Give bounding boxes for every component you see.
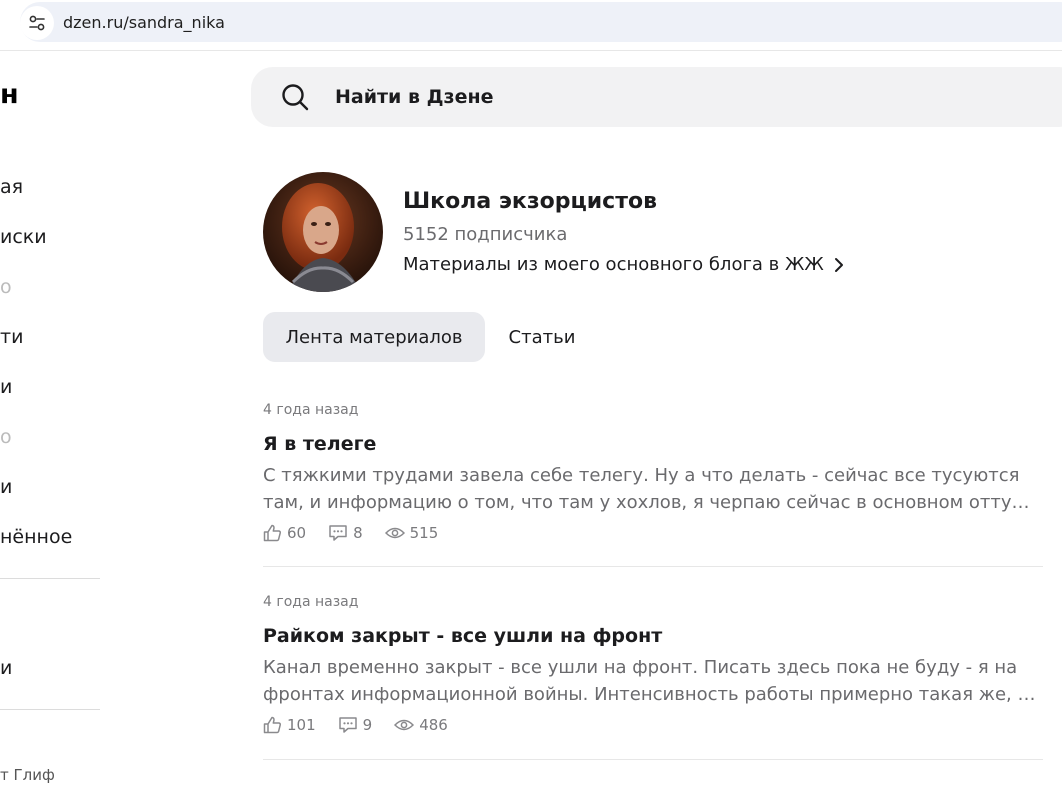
channel-avatar[interactable]: [263, 172, 383, 292]
eye-icon: [384, 527, 405, 539]
comments-button[interactable]: 8: [328, 524, 363, 542]
channel-description: Материалы из моего основного блога в ЖЖ: [403, 254, 824, 275]
like-button[interactable]: 60: [263, 524, 306, 542]
comment-count: 8: [353, 524, 363, 542]
sidebar-item-6[interactable]: о: [0, 426, 12, 448]
feed-post[interactable]: 4 года назад Райком закрыт - все ушли на…: [263, 593, 1043, 735]
sidebar-item-subscriptions[interactable]: иски: [0, 226, 47, 248]
like-count: 60: [287, 524, 307, 542]
browser-toolbar: dzen.ru/sandra_nika: [0, 0, 1062, 51]
post-title[interactable]: Райком закрыт - все ушли на фронт: [263, 624, 1043, 648]
thumbs-up-icon: [263, 716, 281, 734]
channel-description-link[interactable]: Материалы из моего основного блога в ЖЖ: [403, 254, 844, 275]
view-count: 515: [409, 524, 439, 542]
post-text-line: С тяжкими трудами завела себе телегу. Ну…: [263, 465, 1020, 486]
channel-title: Школа экзорцистов: [403, 189, 658, 214]
post-text-line: фронтах информационной войны. Интенсивно…: [263, 684, 1039, 705]
sidebar-divider: [0, 709, 100, 710]
sidebar-item-5[interactable]: и: [0, 376, 12, 398]
view-count: 486: [419, 716, 448, 734]
sidebar: н ая иски о ти и о и нённое и т Глиф: [0, 50, 100, 785]
tune-icon: [29, 15, 45, 31]
comment-icon: [329, 525, 347, 541]
like-button[interactable]: 101: [263, 716, 316, 734]
sidebar-footer-link[interactable]: т Глиф: [0, 766, 55, 784]
post-time: 4 года назад: [263, 594, 359, 610]
thumbs-up-icon: [263, 524, 281, 542]
sidebar-item-9[interactable]: и: [0, 657, 12, 679]
views: 515: [384, 524, 439, 542]
tab-articles[interactable]: Статьи: [490, 312, 594, 362]
search-input[interactable]: [335, 67, 935, 127]
search-bar[interactable]: [251, 67, 1062, 127]
avatar-image: [263, 172, 383, 292]
sidebar-divider: [0, 578, 100, 579]
logo[interactable]: н: [0, 79, 19, 110]
like-count: 101: [287, 716, 316, 734]
views: 486: [394, 716, 448, 734]
sidebar-item-7[interactable]: и: [0, 476, 12, 498]
sidebar-item-3[interactable]: о: [0, 276, 12, 298]
post-divider: [263, 566, 1043, 567]
sidebar-item-saved[interactable]: нённое: [0, 526, 72, 548]
eye-icon: [394, 719, 415, 731]
post-divider: [263, 759, 1043, 760]
post-stats: 60 8 515: [263, 523, 1043, 543]
address-bar[interactable]: dzen.ru/sandra_nika: [20, 2, 1062, 42]
post-time: 4 года назад: [263, 402, 359, 418]
sidebar-item-main[interactable]: ая: [0, 176, 23, 198]
comment-count: 9: [362, 716, 373, 734]
comments-button[interactable]: 9: [338, 716, 373, 734]
search-icon: [282, 84, 309, 111]
sidebar-item-news[interactable]: ти: [0, 326, 23, 348]
feed-post[interactable]: 4 года назад Я в телеге С тяжкими трудам…: [263, 401, 1043, 543]
post-text-line: там, и информацию о том, что там у хохло…: [263, 492, 1039, 513]
url-text[interactable]: dzen.ru/sandra_nika: [63, 13, 225, 32]
tab-feed[interactable]: Лента материалов: [263, 312, 485, 362]
subscriber-count: 5152 подписчика: [403, 224, 568, 245]
post-title[interactable]: Я в телеге: [263, 432, 1043, 456]
post-text-line: Канал временно закрыт - все ушли на фрон…: [263, 657, 1018, 678]
site-info-button[interactable]: [20, 6, 54, 40]
comment-icon: [338, 717, 357, 733]
chevron-right-icon: [834, 257, 843, 272]
post-stats: 101 9 486: [263, 715, 1043, 735]
